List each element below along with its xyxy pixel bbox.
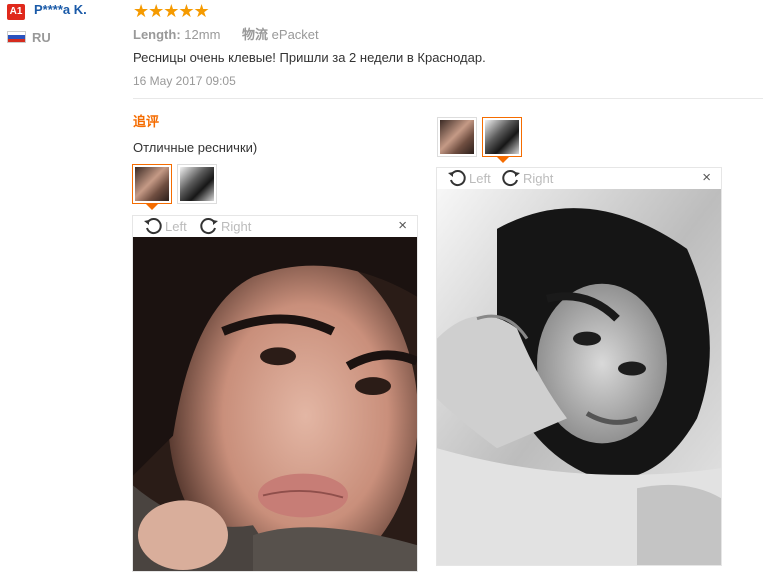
viewer-toolbar: Left Right × [437, 168, 721, 188]
review-photo-thumbnail[interactable] [132, 164, 172, 204]
review-date: 16 May 2017 09:05 [133, 74, 236, 88]
review-photo-thumbnail[interactable] [482, 117, 522, 157]
length-value: 12mm [184, 27, 221, 42]
reviewer-name: P****a K. [34, 2, 87, 17]
rotate-left-button[interactable]: Left [447, 168, 491, 188]
bw-portrait-photo-image [437, 189, 721, 565]
rotate-left-button[interactable]: Left [143, 216, 187, 236]
rotate-left-icon [144, 218, 162, 235]
rotate-left-icon [448, 170, 466, 187]
viewer-toolbar: Left Right × [133, 216, 417, 236]
length-label: Length: [133, 27, 181, 42]
rotate-right-label: Right [523, 170, 554, 186]
buyer-level-badge: A1 [7, 4, 25, 20]
shipping-value: ePacket [271, 27, 319, 42]
country-flag-icon [7, 31, 26, 43]
rotate-left-label: Left [165, 218, 187, 234]
rating-stars: ★★★★★ [133, 1, 210, 21]
selfie-photo-image [133, 237, 419, 576]
shipping-label: 物流 [242, 27, 269, 42]
followup-label: 追评 [133, 114, 160, 129]
review-photo [437, 189, 721, 565]
rotate-right-button[interactable]: Right [199, 216, 251, 236]
followup-text: Отличные реснички) [133, 140, 258, 155]
rotate-left-label: Left [469, 170, 491, 186]
rotate-right-button[interactable]: Right [501, 168, 553, 188]
photo-viewer: Left Right × [436, 167, 722, 566]
product-attributes: Length: 12mm 物流 ePacket [133, 24, 319, 43]
close-viewer-button[interactable]: × [398, 217, 407, 234]
review-photo-thumbnail[interactable] [437, 117, 477, 157]
review-photo-thumbnail[interactable] [177, 164, 217, 204]
rotate-right-icon [200, 218, 218, 235]
active-thumbnail-pointer [146, 204, 158, 210]
review-photo [133, 237, 419, 576]
reviewer-country: RU [32, 30, 51, 45]
photo-viewer: Left Right × [132, 215, 419, 576]
divider [133, 98, 763, 99]
review-text: Ресницы очень клевые! Пришли за 2 недели… [133, 50, 486, 65]
close-viewer-button[interactable]: × [702, 169, 711, 186]
rotate-right-icon [502, 170, 520, 187]
active-thumbnail-pointer [497, 157, 509, 163]
rotate-right-label: Right [221, 218, 252, 234]
